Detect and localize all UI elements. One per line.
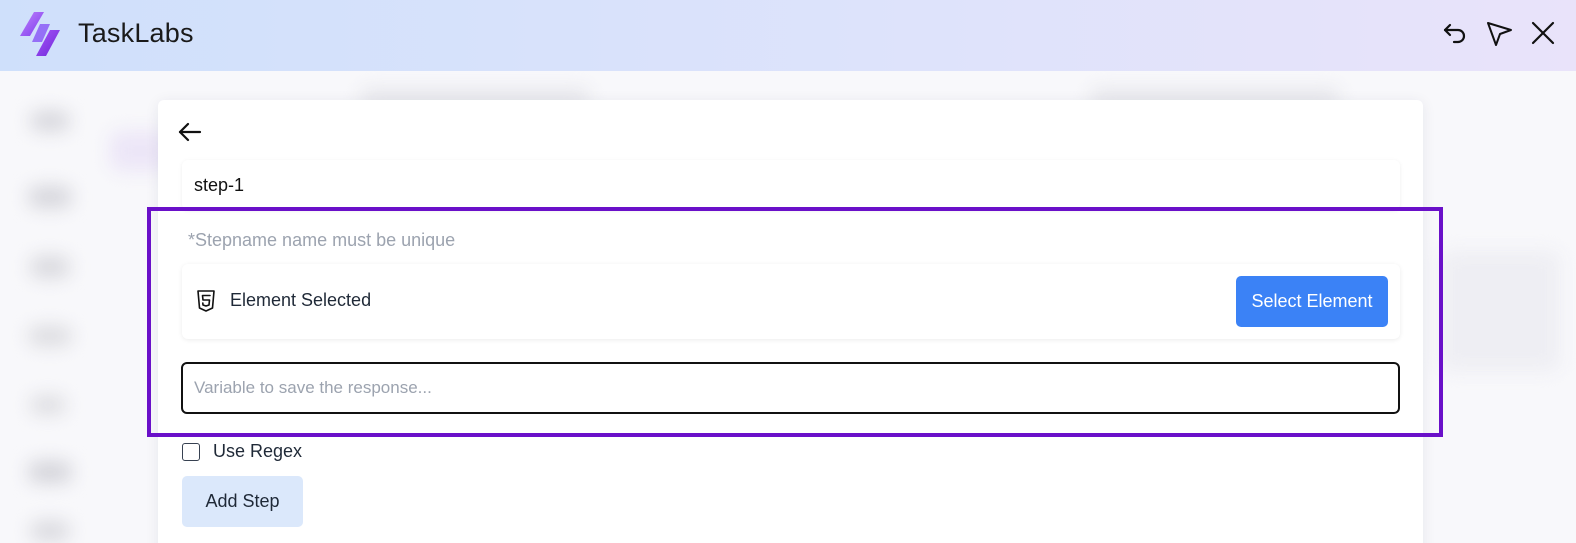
undo-icon[interactable]	[1440, 18, 1470, 48]
window-actions	[1440, 18, 1558, 48]
step-name-input[interactable]	[194, 174, 1388, 196]
back-button[interactable]	[176, 118, 204, 146]
close-icon[interactable]	[1528, 18, 1558, 48]
use-regex-label[interactable]: Use Regex	[213, 441, 302, 462]
add-step-button[interactable]: Add Step	[182, 476, 303, 527]
send-icon[interactable]	[1484, 18, 1514, 48]
step-name-hint: *Stepname name must be unique	[188, 230, 456, 250]
element-selection-row: Element Selected Select Element	[182, 264, 1400, 339]
tasklabs-logo-icon	[20, 12, 60, 56]
html5-icon	[197, 290, 215, 312]
select-element-button[interactable]: Select Element	[1236, 276, 1388, 327]
use-regex-option: Use Regex	[182, 441, 302, 462]
title-bar: TaskLabs	[0, 0, 1576, 71]
response-variable-input[interactable]	[194, 378, 1387, 398]
app-title: TaskLabs	[78, 18, 194, 48]
element-selected-label: Element Selected	[230, 290, 372, 310]
arrow-left-icon	[178, 122, 202, 142]
step-name-field[interactable]	[182, 160, 1400, 210]
variable-field[interactable]	[181, 362, 1400, 414]
use-regex-checkbox[interactable]	[182, 442, 200, 461]
